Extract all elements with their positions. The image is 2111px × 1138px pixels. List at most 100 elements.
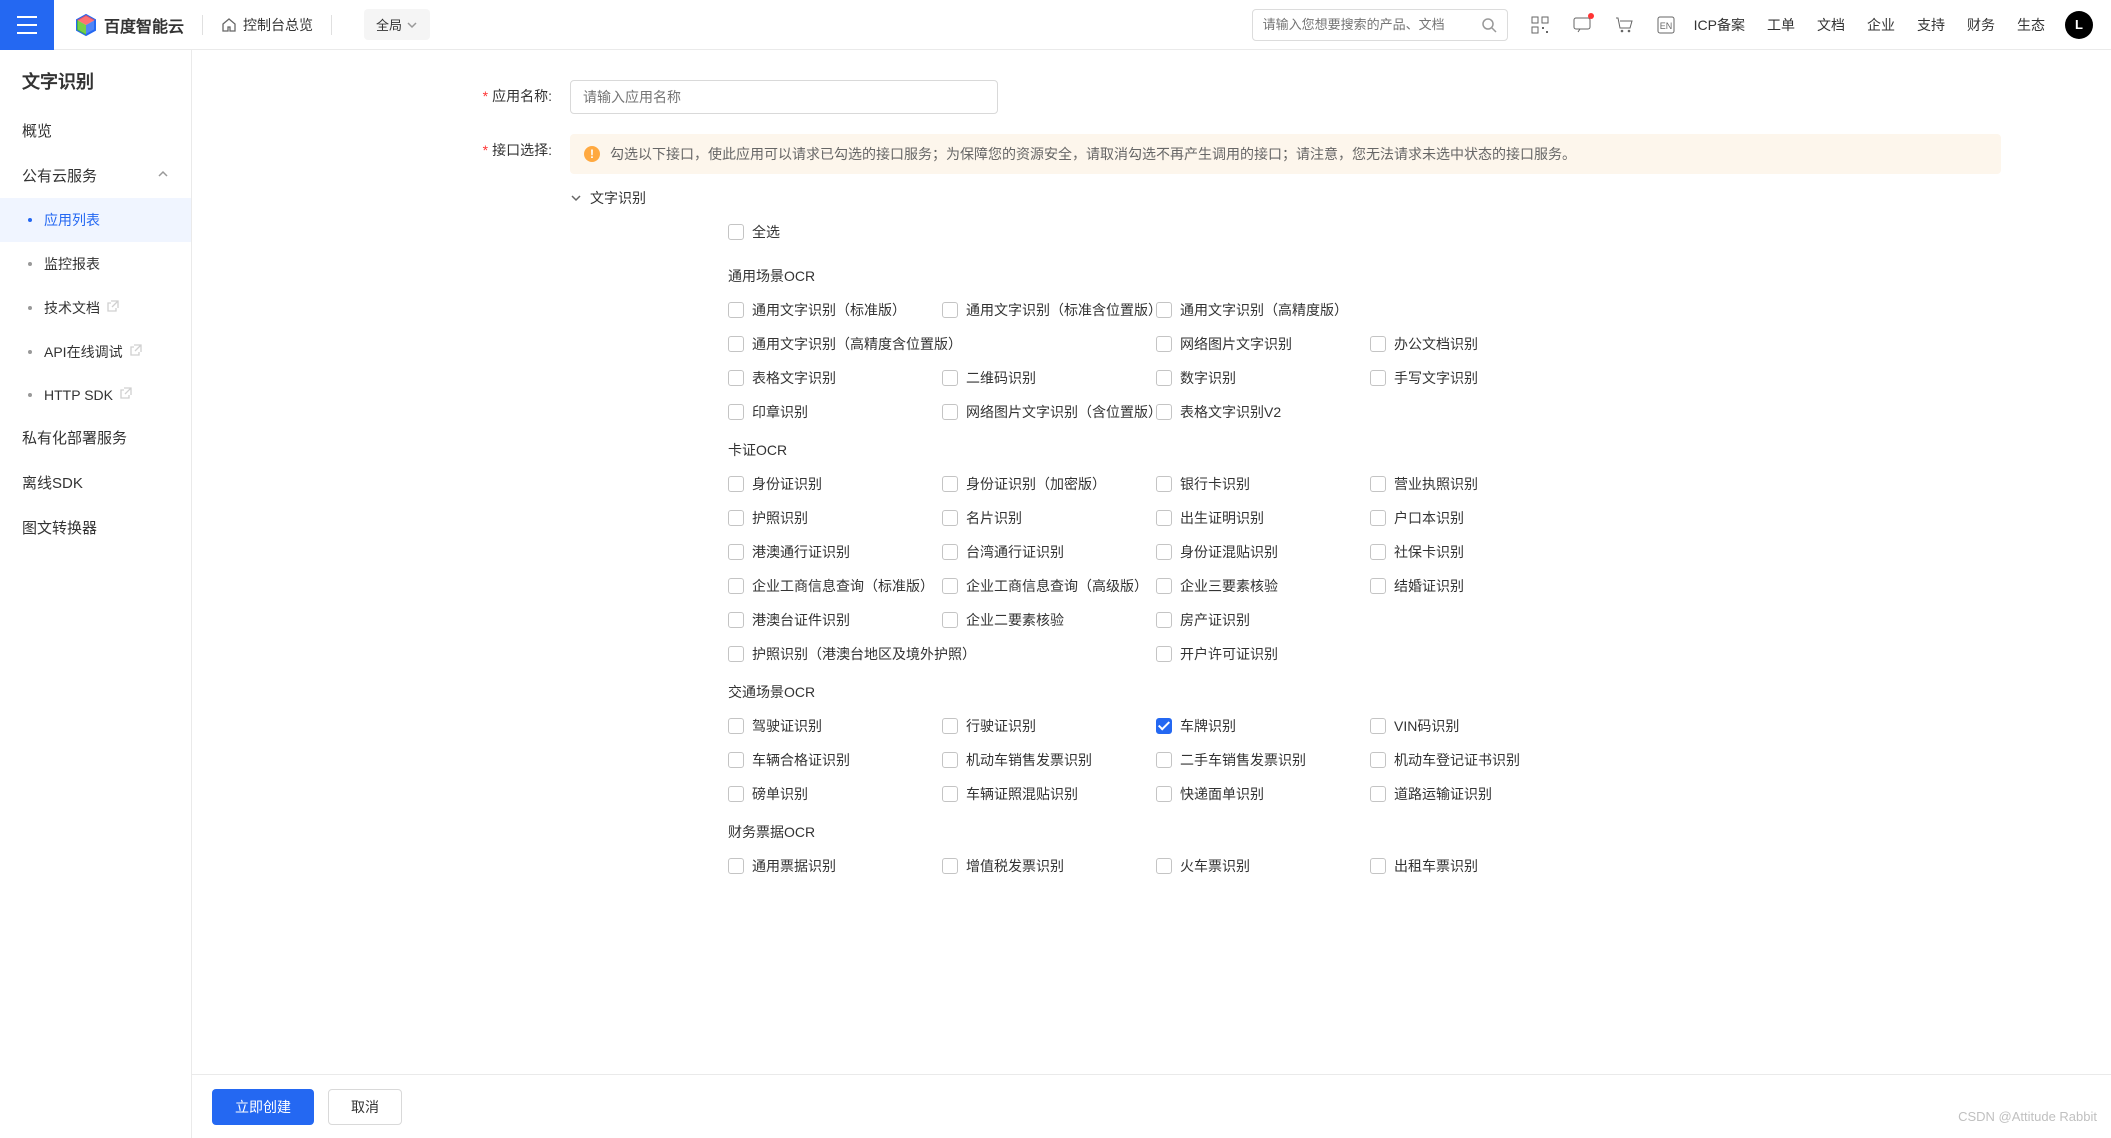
checkbox-2-6[interactable]: 二手车销售发票识别	[1156, 750, 1370, 770]
checkbox-1-5[interactable]: 名片识别	[942, 508, 1156, 528]
cart-icon[interactable]	[1614, 15, 1634, 35]
checkbox-2-9[interactable]: 车辆证照混贴识别	[942, 784, 1156, 804]
checkbox-2-3[interactable]: VIN码识别	[1370, 716, 1584, 736]
checkbox-0-6[interactable]: 表格文字识别	[728, 368, 942, 388]
top-link-3[interactable]: 企业	[1867, 15, 1895, 35]
brand-logo[interactable]: 百度智能云	[74, 13, 184, 37]
checkbox-1-17[interactable]: 企业二要素核验	[942, 610, 1156, 630]
section-toggle[interactable]: 文字识别	[570, 188, 2001, 208]
checkbox-input[interactable]	[942, 858, 958, 874]
checkbox-input[interactable]	[1156, 302, 1172, 318]
checkbox-input[interactable]	[1156, 370, 1172, 386]
checkbox-1-18[interactable]: 房产证识别	[1156, 610, 1584, 630]
checkbox-2-11[interactable]: 道路运输证识别	[1370, 784, 1584, 804]
checkbox-input[interactable]	[942, 578, 958, 594]
checkbox-input[interactable]	[1370, 544, 1386, 560]
select-all-checkbox[interactable]: 全选	[728, 222, 2001, 242]
checkbox-2-7[interactable]: 机动车登记证书识别	[1370, 750, 1584, 770]
checkbox-input[interactable]	[1370, 752, 1386, 768]
checkbox-input[interactable]	[1156, 858, 1172, 874]
hamburger-menu[interactable]	[0, 0, 54, 50]
checkbox-input[interactable]	[1156, 786, 1172, 802]
checkbox-1-14[interactable]: 企业三要素核验	[1156, 576, 1370, 596]
checkbox-input[interactable]	[1156, 612, 1172, 628]
checkbox-1-0[interactable]: 身份证识别	[728, 474, 942, 494]
checkbox-input[interactable]	[728, 612, 744, 628]
checkbox-3-0[interactable]: 通用票据识别	[728, 856, 942, 876]
checkbox-input[interactable]	[942, 752, 958, 768]
checkbox-2-1[interactable]: 行驶证识别	[942, 716, 1156, 736]
checkbox-3-1[interactable]: 增值税发票识别	[942, 856, 1156, 876]
checkbox-input[interactable]	[728, 858, 744, 874]
sidebar-item-3[interactable]: 监控报表	[0, 242, 191, 286]
top-link-6[interactable]: 生态	[2017, 15, 2045, 35]
checkbox-1-6[interactable]: 出生证明识别	[1156, 508, 1370, 528]
checkbox-input[interactable]	[1370, 476, 1386, 492]
checkbox-input[interactable]	[728, 578, 744, 594]
checkbox-input[interactable]	[1156, 476, 1172, 492]
top-link-5[interactable]: 财务	[1967, 15, 1995, 35]
checkbox-0-10[interactable]: 印章识别	[728, 402, 942, 422]
checkbox-input[interactable]	[1156, 404, 1172, 420]
checkbox-2-10[interactable]: 快递面单识别	[1156, 784, 1370, 804]
checkbox-input[interactable]	[1156, 336, 1172, 352]
checkbox-input[interactable]	[942, 786, 958, 802]
checkbox-2-8[interactable]: 磅单识别	[728, 784, 942, 804]
checkbox-input[interactable]	[1156, 646, 1172, 662]
checkbox-3-2[interactable]: 火车票识别	[1156, 856, 1370, 876]
checkbox-1-15[interactable]: 结婚证识别	[1370, 576, 1584, 596]
checkbox-1-19[interactable]: 护照识别（港澳台地区及境外护照）	[728, 644, 1156, 664]
sidebar-item-1[interactable]: 公有云服务	[0, 153, 191, 198]
checkbox-2-5[interactable]: 机动车销售发票识别	[942, 750, 1156, 770]
checkbox-1-1[interactable]: 身份证识别（加密版）	[942, 474, 1156, 494]
console-home-link[interactable]: 控制台总览	[221, 15, 313, 35]
checkbox-input[interactable]	[728, 302, 744, 318]
cancel-button[interactable]: 取消	[328, 1089, 402, 1125]
checkbox-input[interactable]	[728, 646, 744, 662]
checkbox-2-2[interactable]: 车牌识别	[1156, 716, 1370, 736]
checkbox-0-0[interactable]: 通用文字识别（标准版）	[728, 300, 942, 320]
search-input[interactable]	[1263, 17, 1481, 32]
sidebar-item-8[interactable]: 离线SDK	[0, 460, 191, 505]
checkbox-1-10[interactable]: 身份证混贴识别	[1156, 542, 1370, 562]
checkbox-input[interactable]	[728, 336, 744, 352]
checkbox-input[interactable]	[1156, 544, 1172, 560]
top-link-2[interactable]: 文档	[1817, 15, 1845, 35]
checkbox-input[interactable]	[1156, 510, 1172, 526]
checkbox-input[interactable]	[1156, 752, 1172, 768]
qr-icon[interactable]	[1530, 15, 1550, 35]
checkbox-input[interactable]	[728, 476, 744, 492]
create-button[interactable]: 立即创建	[212, 1089, 314, 1125]
checkbox-input[interactable]	[728, 370, 744, 386]
translate-icon[interactable]: EN	[1656, 15, 1676, 35]
checkbox-input[interactable]	[1156, 578, 1172, 594]
checkbox-input[interactable]	[728, 544, 744, 560]
checkbox-1-3[interactable]: 营业执照识别	[1370, 474, 1584, 494]
checkbox-input[interactable]	[728, 752, 744, 768]
message-icon[interactable]	[1572, 15, 1592, 35]
checkbox-input[interactable]	[942, 612, 958, 628]
checkbox-input[interactable]	[1370, 370, 1386, 386]
checkbox-input[interactable]	[728, 718, 744, 734]
checkbox-1-4[interactable]: 护照识别	[728, 508, 942, 528]
checkbox-0-4[interactable]: 网络图片文字识别	[1156, 334, 1370, 354]
checkbox-3-3[interactable]: 出租车票识别	[1370, 856, 1584, 876]
checkbox-0-12[interactable]: 表格文字识别V2	[1156, 402, 1584, 422]
checkbox-0-1[interactable]: 通用文字识别（标准含位置版）	[942, 300, 1156, 320]
checkbox-input[interactable]	[728, 786, 744, 802]
checkbox-1-13[interactable]: 企业工商信息查询（高级版）	[942, 576, 1156, 596]
checkbox-0-5[interactable]: 办公文档识别	[1370, 334, 1584, 354]
checkbox-input[interactable]	[942, 718, 958, 734]
checkbox-input[interactable]	[942, 404, 958, 420]
checkbox-input[interactable]	[942, 302, 958, 318]
checkbox-1-8[interactable]: 港澳通行证识别	[728, 542, 942, 562]
checkbox-0-2[interactable]: 通用文字识别（高精度版）	[1156, 300, 1584, 320]
checkbox-0-11[interactable]: 网络图片文字识别（含位置版）	[942, 402, 1156, 422]
checkbox-0-8[interactable]: 数字识别	[1156, 368, 1370, 388]
checkbox-0-7[interactable]: 二维码识别	[942, 368, 1156, 388]
checkbox-1-7[interactable]: 户口本识别	[1370, 508, 1584, 528]
checkbox-input[interactable]	[728, 404, 744, 420]
checkbox-1-20[interactable]: 开户许可证识别	[1156, 644, 1584, 664]
checkbox-1-16[interactable]: 港澳台证件识别	[728, 610, 942, 630]
checkbox-input[interactable]	[1370, 786, 1386, 802]
